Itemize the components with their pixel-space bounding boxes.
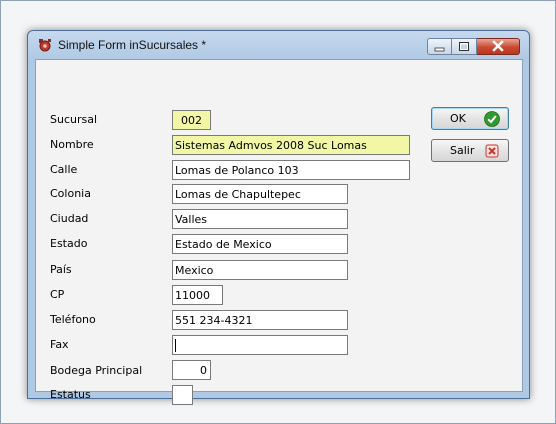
pais-field[interactable]: Mexico bbox=[172, 260, 348, 280]
ok-button-label: OK bbox=[450, 112, 466, 125]
close-icon bbox=[492, 40, 504, 52]
check-circle-icon bbox=[484, 111, 500, 127]
label-cp: CP bbox=[50, 288, 65, 301]
close-button[interactable] bbox=[477, 38, 520, 55]
telefono-field[interactable]: 551 234-4321 bbox=[172, 310, 348, 330]
gear-red-icon bbox=[39, 39, 51, 52]
maximize-button[interactable] bbox=[452, 38, 477, 55]
estatus-field[interactable] bbox=[172, 385, 193, 405]
label-calle: Calle bbox=[50, 163, 78, 176]
sucursal-field[interactable]: 002 bbox=[172, 110, 211, 130]
label-pais: País bbox=[50, 263, 72, 276]
label-estado: Estado bbox=[50, 237, 88, 250]
label-ciudad: Ciudad bbox=[50, 212, 89, 225]
window-title: Simple Form inSucursales * bbox=[58, 38, 207, 52]
label-estatus: Estatus bbox=[50, 388, 91, 401]
label-nombre: Nombre bbox=[50, 138, 94, 151]
x-close-icon bbox=[485, 144, 499, 158]
salir-button-label: Salir bbox=[450, 144, 475, 157]
nombre-field[interactable]: Sistemas Admvos 2008 Suc Lomas bbox=[172, 135, 410, 155]
colonia-field[interactable]: Lomas de Chapultepec bbox=[172, 184, 348, 204]
label-fax: Fax bbox=[50, 338, 69, 351]
fax-field[interactable] bbox=[172, 335, 348, 355]
ciudad-field[interactable]: Valles bbox=[172, 209, 348, 229]
dialog-window: Simple Form inSucursales * Sucursal Nomb… bbox=[27, 30, 530, 405]
bodega-principal-field[interactable]: 0 bbox=[172, 360, 211, 380]
text-cursor bbox=[175, 339, 176, 352]
minimize-button[interactable] bbox=[427, 38, 452, 55]
title-bar[interactable]: Simple Form inSucursales * bbox=[28, 31, 529, 59]
estado-field[interactable]: Estado de Mexico bbox=[172, 234, 348, 254]
minimize-icon bbox=[434, 47, 445, 52]
form-panel: Sucursal Nombre Calle Colonia Ciudad Est… bbox=[35, 59, 523, 405]
maximize-icon bbox=[459, 42, 469, 51]
cp-field[interactable]: 11000 bbox=[172, 285, 223, 305]
label-colonia: Colonia bbox=[50, 187, 91, 200]
calle-field[interactable]: Lomas de Polanco 103 bbox=[172, 160, 410, 180]
label-bodega-principal: Bodega Principal bbox=[50, 364, 143, 377]
salir-button[interactable]: Salir bbox=[431, 139, 509, 162]
label-sucursal: Sucursal bbox=[50, 113, 98, 126]
ok-button[interactable]: OK bbox=[431, 107, 509, 130]
label-telefono: Teléfono bbox=[50, 313, 96, 326]
